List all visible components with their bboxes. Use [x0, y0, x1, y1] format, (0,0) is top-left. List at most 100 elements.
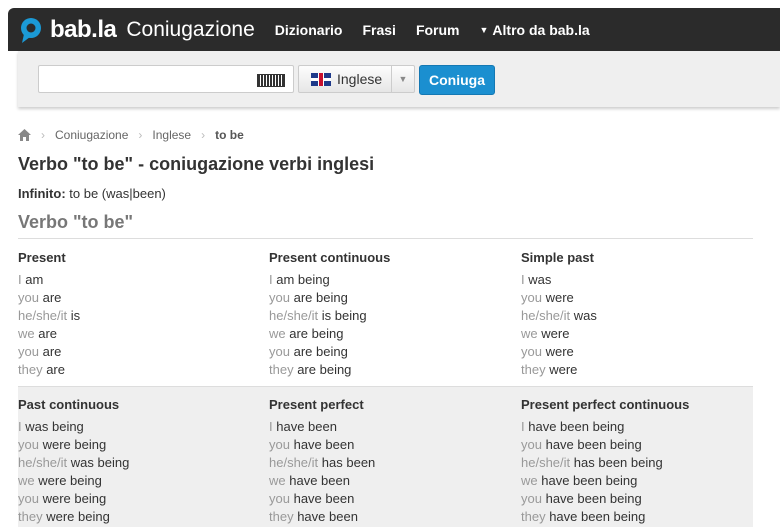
pronoun: they: [521, 509, 546, 524]
pronoun: they: [521, 362, 546, 377]
pronoun: they: [18, 509, 43, 524]
conjugation-line: you were: [521, 289, 597, 307]
pronoun: they: [269, 509, 294, 524]
tense-name: Present perfect continuous: [521, 397, 690, 412]
pronoun: you: [521, 437, 542, 452]
infinitive-value: to be (was|been): [69, 186, 166, 201]
infinitive-label: Infinito:: [18, 186, 66, 201]
verb-form: have been being: [545, 491, 642, 506]
pronoun: you: [18, 344, 39, 359]
verb-form: were being: [42, 437, 107, 452]
verb-form: were being: [46, 509, 110, 524]
pronoun: we: [269, 473, 286, 488]
pronoun: I: [18, 272, 22, 287]
conjugation-line: he/she/it was: [521, 307, 597, 325]
verb-form: have been being: [541, 473, 638, 488]
page-title: Verbo "to be" - coniugazione verbi ingle…: [18, 154, 375, 174]
divider: [18, 238, 753, 239]
breadcrumb-inglese[interactable]: Inglese: [152, 128, 191, 142]
tense-name: Past continuous: [18, 397, 120, 412]
verb-form: were: [545, 290, 574, 305]
verb-form: are being: [289, 326, 344, 341]
conjugation-line: I am being: [269, 271, 390, 289]
conjugate-button[interactable]: Coniuga: [419, 65, 495, 95]
conjugation-line: I was being: [18, 418, 129, 436]
tense-name: Present perfect: [269, 397, 364, 412]
babla-logo[interactable]: bab.la Coniugazione: [18, 16, 255, 44]
search-bar: Inglese ▼ Coniuga: [18, 51, 780, 107]
pronoun: you: [18, 290, 39, 305]
pronoun: you: [269, 437, 290, 452]
verb-search-input[interactable]: [38, 65, 294, 93]
pronoun: I: [18, 419, 22, 434]
pronoun: he/she/it: [521, 455, 571, 470]
pronoun: we: [18, 473, 35, 488]
conjugation-line: they were being: [18, 508, 129, 526]
chevron-down-icon[interactable]: ▼: [391, 66, 414, 92]
verb-form: were: [549, 362, 578, 377]
breadcrumb: › Coniugazione › Inglese › to be: [18, 128, 244, 142]
conjugation-line: he/she/it has been: [269, 454, 375, 472]
verb-form: was being: [70, 455, 130, 470]
conjugation-line: we were being: [18, 472, 129, 490]
pronoun: I: [521, 272, 525, 287]
conjugation-line: you have been: [269, 490, 375, 508]
nav-dizionario[interactable]: Dizionario: [275, 22, 343, 38]
main-nav: Dizionario Frasi Forum ▼ Altro da bab.la: [275, 22, 630, 38]
top-navbar: bab.la Coniugazione Dizionario Frasi For…: [8, 8, 780, 51]
tense-block: Present I am you are he/she/it is we are you …: [18, 248, 80, 379]
conjugation-line: you are being: [269, 289, 390, 307]
verb-form: have been: [297, 509, 358, 524]
pronoun: you: [18, 437, 39, 452]
pronoun: we: [521, 473, 538, 488]
conjugation-line: you were: [521, 343, 597, 361]
keyboard-icon[interactable]: [257, 74, 285, 87]
verb-form: have been being: [545, 437, 642, 452]
conjugation-line: he/she/it is being: [269, 307, 390, 325]
pronoun: you: [269, 290, 290, 305]
pronoun: he/she/it: [18, 455, 68, 470]
conjugation-line: we are: [18, 325, 80, 343]
verb-form: were being: [42, 491, 107, 506]
nav-more-dropdown[interactable]: ▼ Altro da bab.la: [480, 22, 610, 38]
pronoun: you: [521, 290, 542, 305]
verb-form: were: [545, 344, 574, 359]
conjugation-line: I have been being: [521, 418, 689, 436]
tense-block: Simple past I was you were he/she/it was we …: [521, 248, 597, 379]
conjugation-line: you are: [18, 343, 80, 361]
tense-name: Simple past: [521, 250, 594, 265]
pronoun: we: [18, 326, 35, 341]
verb-form: are being: [293, 344, 348, 359]
verb-form: is being: [321, 308, 367, 323]
verb-form: are: [42, 290, 62, 305]
conjugation-line: we have been: [269, 472, 375, 490]
conjugation-line: they are: [18, 361, 80, 379]
verb-form: was: [528, 272, 552, 287]
language-select[interactable]: Inglese ▼: [298, 65, 415, 93]
pronoun: we: [521, 326, 538, 341]
uk-flag-icon: [311, 72, 331, 86]
chevron-right-icon: ›: [41, 128, 45, 142]
verb-form: are: [42, 344, 62, 359]
tense-block: Present continuous I am being you are bein…: [269, 248, 390, 379]
conjugation-line: you were being: [18, 490, 129, 508]
verb-form: were: [541, 326, 570, 341]
breadcrumb-coniugazione[interactable]: Coniugazione: [55, 128, 128, 142]
pronoun: you: [521, 491, 542, 506]
pronoun: I: [521, 419, 525, 434]
pronoun: you: [269, 344, 290, 359]
nav-frasi[interactable]: Frasi: [362, 22, 395, 38]
pronoun: you: [521, 344, 542, 359]
infinitive-line: Infinito: to be (was|been): [18, 186, 166, 201]
home-icon[interactable]: [18, 129, 31, 141]
section-name: Coniugazione: [126, 17, 255, 41]
breadcrumb-current: to be: [215, 128, 244, 142]
verb-form: are: [38, 326, 58, 341]
nav-forum[interactable]: Forum: [416, 22, 460, 38]
conjugation-line: you are: [18, 289, 80, 307]
logo-text: bab.la: [50, 15, 117, 43]
verb-form: have been: [276, 419, 337, 434]
conjugation-line: they are being: [269, 361, 390, 379]
pronoun: they: [269, 362, 294, 377]
tense-block: Past continuous I was being you were being…: [18, 395, 129, 526]
